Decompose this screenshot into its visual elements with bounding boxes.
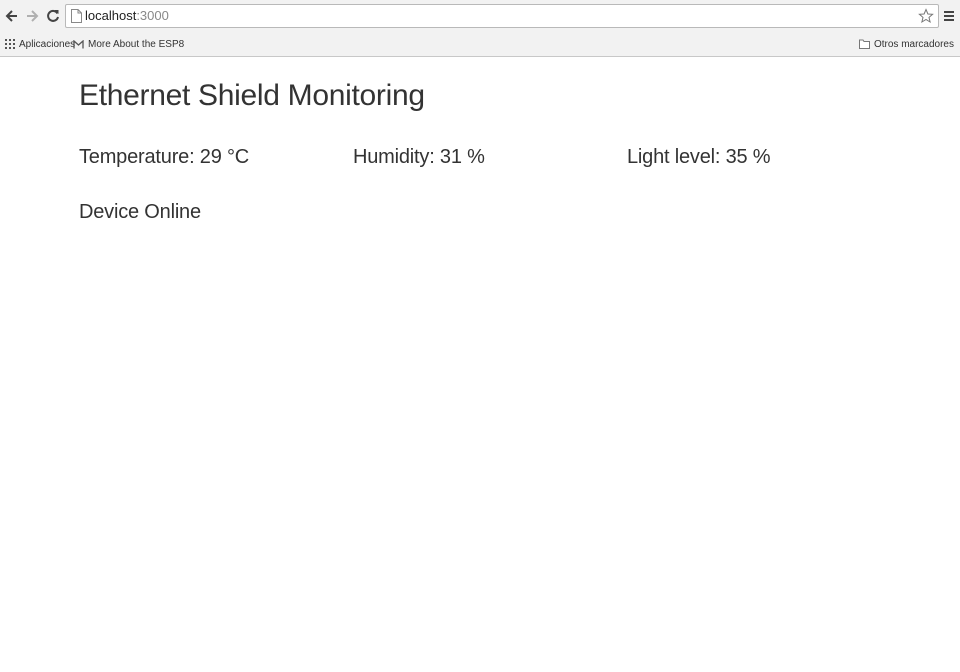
gmail-icon <box>73 39 84 48</box>
page-content: Ethernet Shield Monitoring Temperature: … <box>0 57 960 672</box>
page-title: Ethernet Shield Monitoring <box>79 79 425 112</box>
reload-button[interactable] <box>45 7 61 25</box>
bookmark-other[interactable]: Otros marcadores <box>858 36 954 52</box>
hamburger-menu-icon[interactable] <box>942 8 956 24</box>
back-arrow-icon <box>5 10 17 22</box>
url-port: :3000 <box>136 8 169 23</box>
light-level-reading: Light level: 35 % <box>627 146 771 168</box>
url-host: localhost <box>85 8 137 23</box>
bookmark-more-about[interactable]: More About the ESP8 <box>73 36 184 52</box>
bookmark-apps-label: Aplicaciones <box>19 38 76 50</box>
browser-chrome: localhost:3000 Aplicaciones More About t… <box>0 0 960 57</box>
url-text[interactable]: localhost:3000 <box>85 8 169 23</box>
forward-button[interactable] <box>24 7 40 25</box>
humidity-reading: Humidity: 31 % <box>353 146 485 168</box>
forward-arrow-icon <box>27 10 39 22</box>
bookmarks-bar: Aplicaciones More About the ESP8 Otros m… <box>0 32 960 56</box>
page-icon <box>71 9 82 23</box>
browser-toolbar: localhost:3000 <box>0 0 960 32</box>
device-status: Device Online <box>79 201 201 223</box>
reload-icon <box>47 9 59 22</box>
bookmark-other-label: Otros marcadores <box>873 38 954 50</box>
bookmark-apps[interactable]: Aplicaciones <box>5 36 75 52</box>
folder-icon <box>858 39 870 49</box>
address-bar[interactable]: localhost:3000 <box>65 4 939 28</box>
temperature-reading: Temperature: 29 °C <box>79 146 250 168</box>
star-icon[interactable] <box>918 8 934 24</box>
bookmark-more-label: More About the ESP8 <box>88 38 185 50</box>
back-button[interactable] <box>4 7 20 25</box>
apps-grid-icon <box>5 39 15 49</box>
